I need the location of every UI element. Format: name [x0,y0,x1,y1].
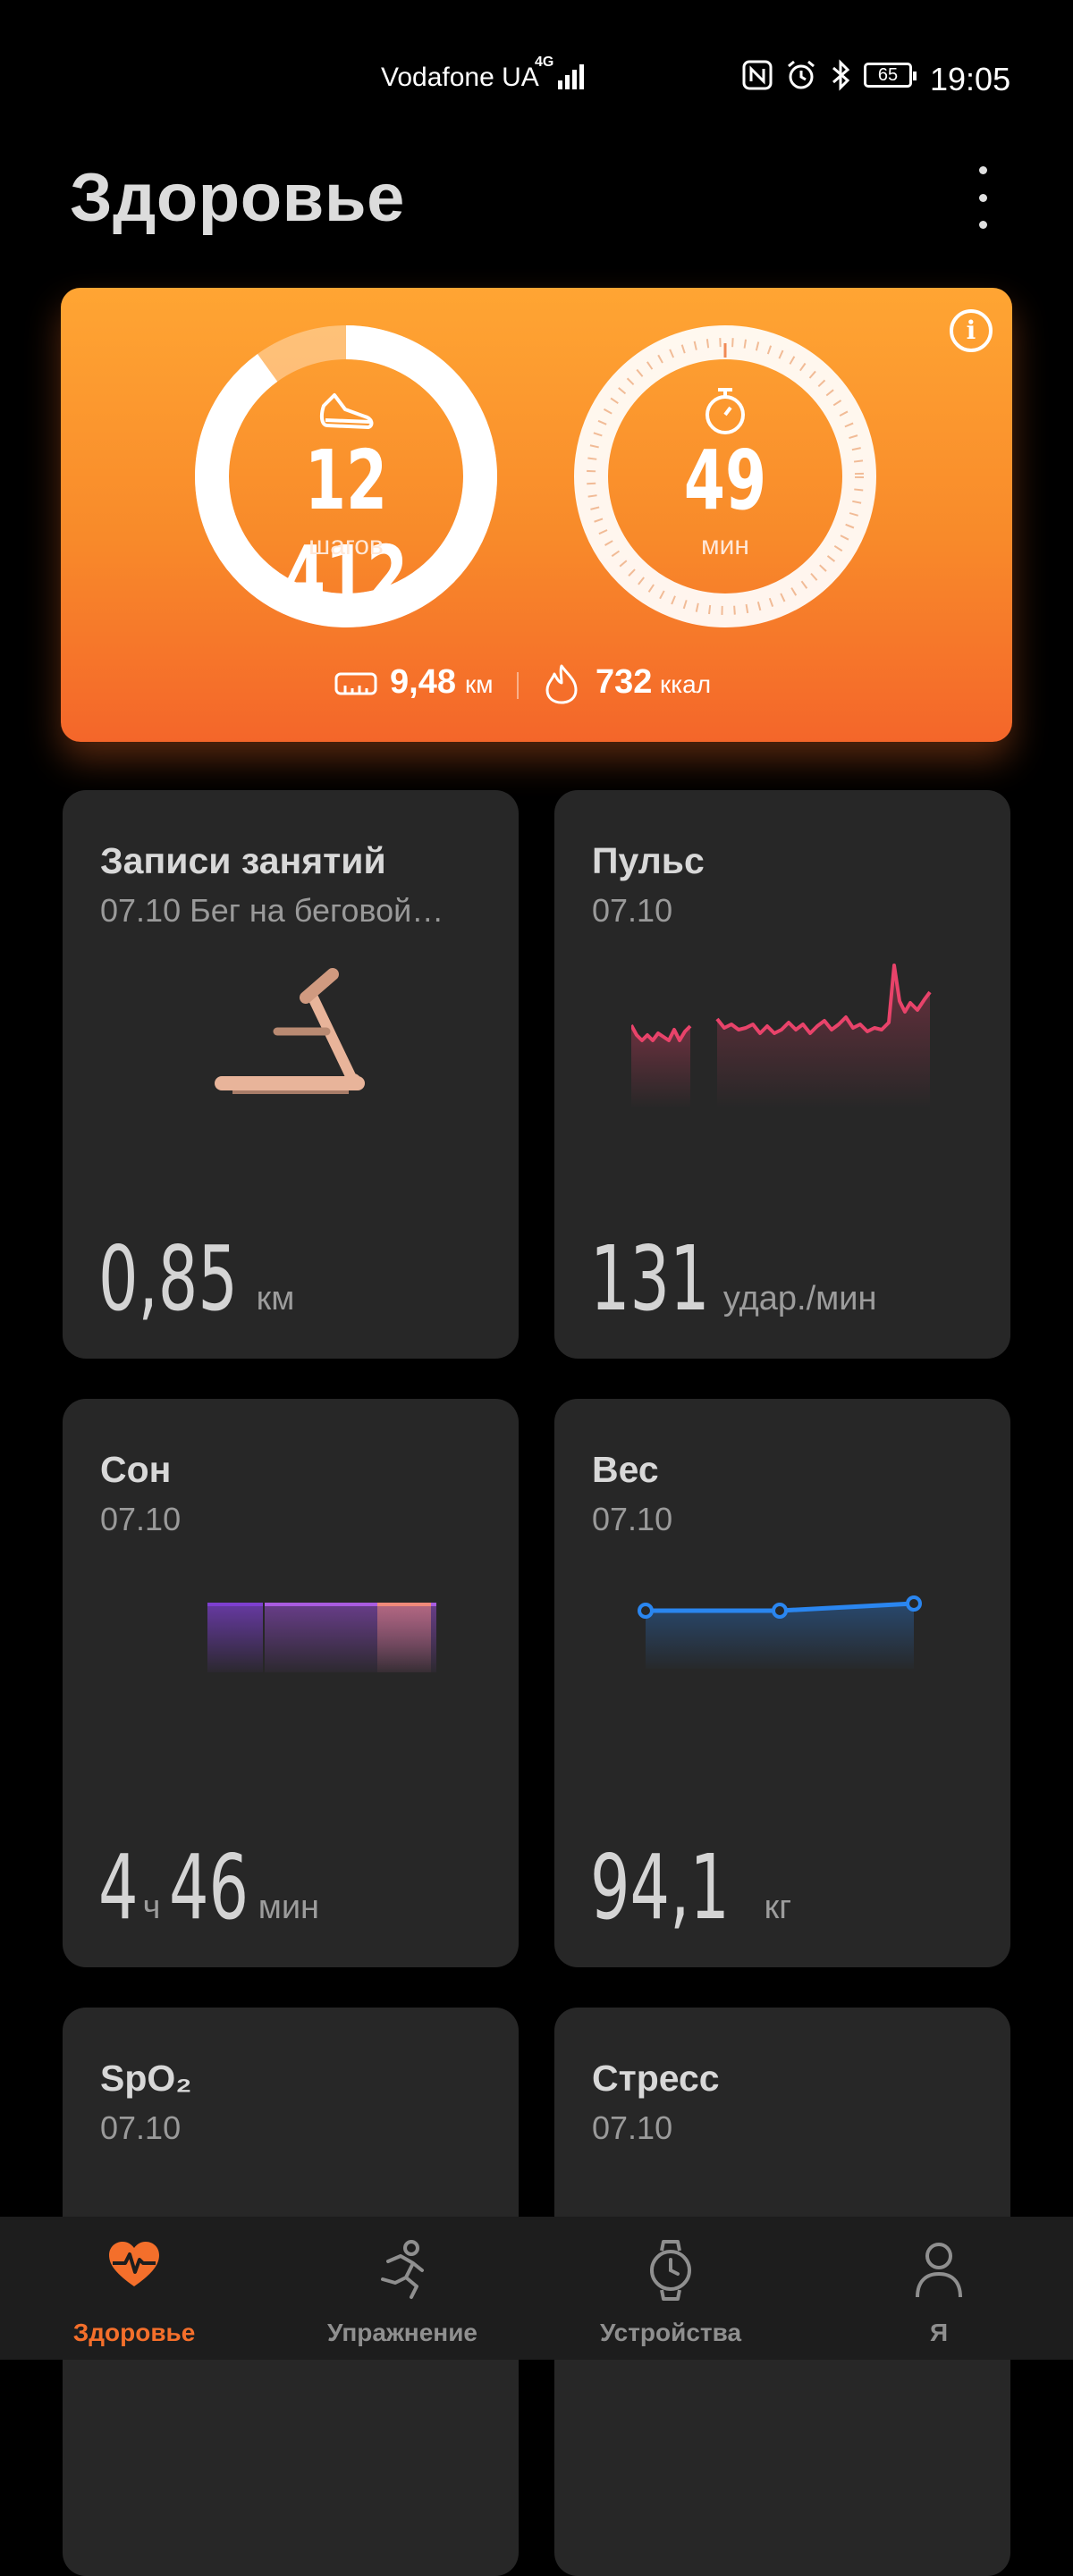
watch-icon [650,2240,691,2301]
running-icon [381,2240,424,2299]
sleep-minutes-unit: мин [258,1889,320,1926]
tile-subtitle: 07.10 [592,1501,673,1537]
steps-unit: шагов [308,531,384,560]
nav-label: Я [929,2319,949,2346]
heart-rate-unit: удар./мин [722,1280,877,1317]
nav-label: Устройства [599,2319,742,2346]
calories-value: 732 [596,663,653,701]
sleep-minutes-value: 46 [169,1835,249,1940]
tile-subtitle: 07.10 [592,2109,673,2146]
active-minutes-value: 49 [683,433,767,528]
ruler-icon [334,672,377,695]
distance-unit: км [465,670,494,698]
weight-value: 94,1 [590,1835,730,1940]
nav-label: Здоровье [72,2319,196,2346]
tile-title: Сон [100,1449,172,1490]
active-minutes-ring[interactable]: 49 мин [572,324,878,629]
tile-sleep[interactable]: Сон 07.10 4 ч 46 мин [63,1399,519,1967]
tile-workout-records[interactable]: Записи занятий 07.10 Бег на беговой… 0,8… [63,790,519,1359]
weight-unit: кг [764,1889,792,1926]
activity-rings-card[interactable]: i 12 412 шагов 49 мин 9,48 км 732 ккал [61,288,1012,742]
tile-title: SpO₂ [100,2058,192,2099]
steps-value: 12 412 [283,433,409,624]
sleep-stage-awake [377,1603,431,1672]
nav-health[interactable]: Здоровье [0,2217,268,2360]
sleep-hours-value: 4 [98,1835,139,1940]
info-icon[interactable]: i [950,309,993,352]
nav-label: Упражнение [327,2319,477,2346]
distance-value: 9,48 [390,663,456,701]
nav-exercise[interactable]: Упражнение [268,2217,536,2360]
more-options-icon[interactable] [969,166,996,229]
sleep-hours-unit: ч [142,1889,161,1926]
active-minutes-unit: мин [701,531,749,560]
nav-devices[interactable]: Устройства [536,2217,805,2360]
tile-subtitle: 07.10 Бег на беговой… [100,892,444,929]
carrier-name: Vodafone UA [381,63,539,92]
heart-pulse-icon [109,2242,159,2286]
person-icon [916,2243,962,2298]
tile-heart-rate[interactable]: Пульс 07.10 131 удар./мин [554,790,1010,1359]
tile-weight[interactable]: Вес 07.10 94,1 кг [554,1399,1010,1967]
tile-subtitle: 07.10 [592,892,673,929]
heart-rate-graph [631,964,932,1108]
treadmill-icon [215,968,365,1094]
network-type: 4G [535,55,554,70]
steps-ring[interactable]: 12 412 шагов [193,324,499,629]
bottom-navigation: Здоровье Упражнение Устройства Я [0,2217,1073,2360]
tile-title: Вес [592,1449,659,1490]
signal-icon [558,63,584,89]
workout-distance-unit: км [256,1280,295,1317]
nfc-icon [742,60,773,90]
bluetooth-icon [832,59,850,91]
tile-title: Записи занятий [100,840,386,881]
page-title: Здоровье [70,160,405,236]
status-bar: Vodafone UA 4G 65 19:05 [0,55,1073,105]
clock: 19:05 [930,61,1011,97]
flame-icon [545,664,578,704]
tile-title: Стресс [592,2058,720,2099]
tile-subtitle: 07.10 [100,2109,182,2146]
shoe-icon [319,393,374,429]
weight-trend-graph [638,1595,922,1669]
tile-subtitle: 07.10 [100,1501,182,1537]
tile-title: Пульс [592,840,705,881]
alarm-icon [788,60,815,89]
heart-rate-value: 131 [590,1226,710,1331]
calories-unit: ккал [660,670,712,698]
battery-icon: 65 [864,63,917,88]
nav-me[interactable]: Я [805,2217,1073,2360]
divider [517,672,519,699]
workout-distance-value: 0,85 [98,1226,238,1331]
stopwatch-icon [705,388,745,434]
